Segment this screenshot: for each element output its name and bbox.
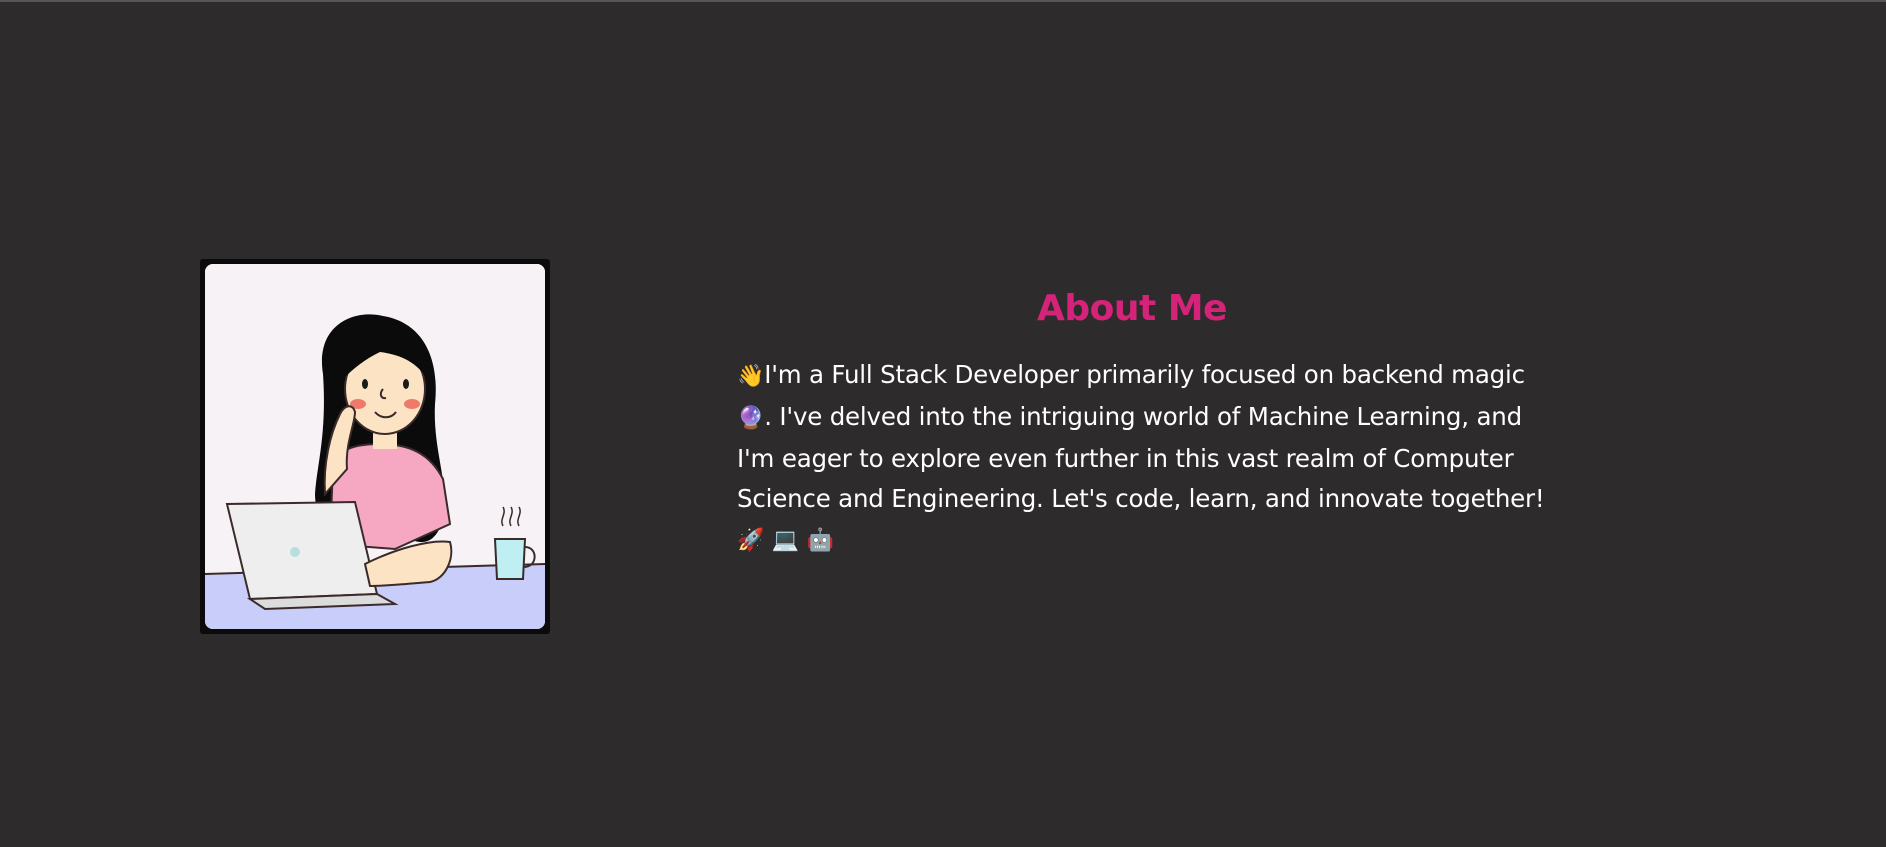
rocket-icon: 🚀 [737,528,765,553]
waving-hand-icon: 👋 [737,364,765,389]
top-divider [0,0,1886,2]
about-heading: About Me [1037,288,1227,329]
profile-illustration [205,264,545,629]
girl-with-laptop-icon [205,264,545,629]
robot-icon: 🤖 [806,528,834,553]
about-text-part1: I'm a Full Stack Developer primarily foc… [764,360,1525,389]
crystal-ball-icon: 🔮 [737,406,765,431]
about-description: 👋I'm a Full Stack Developer primarily fo… [737,355,1562,561]
about-section: About Me 👋I'm a Full Stack Developer pri… [737,288,1562,561]
laptop-icon: 💻 [771,528,799,553]
profile-picture-frame [200,259,550,634]
about-text-part2: . I've delved into the intriguing world … [737,402,1545,513]
